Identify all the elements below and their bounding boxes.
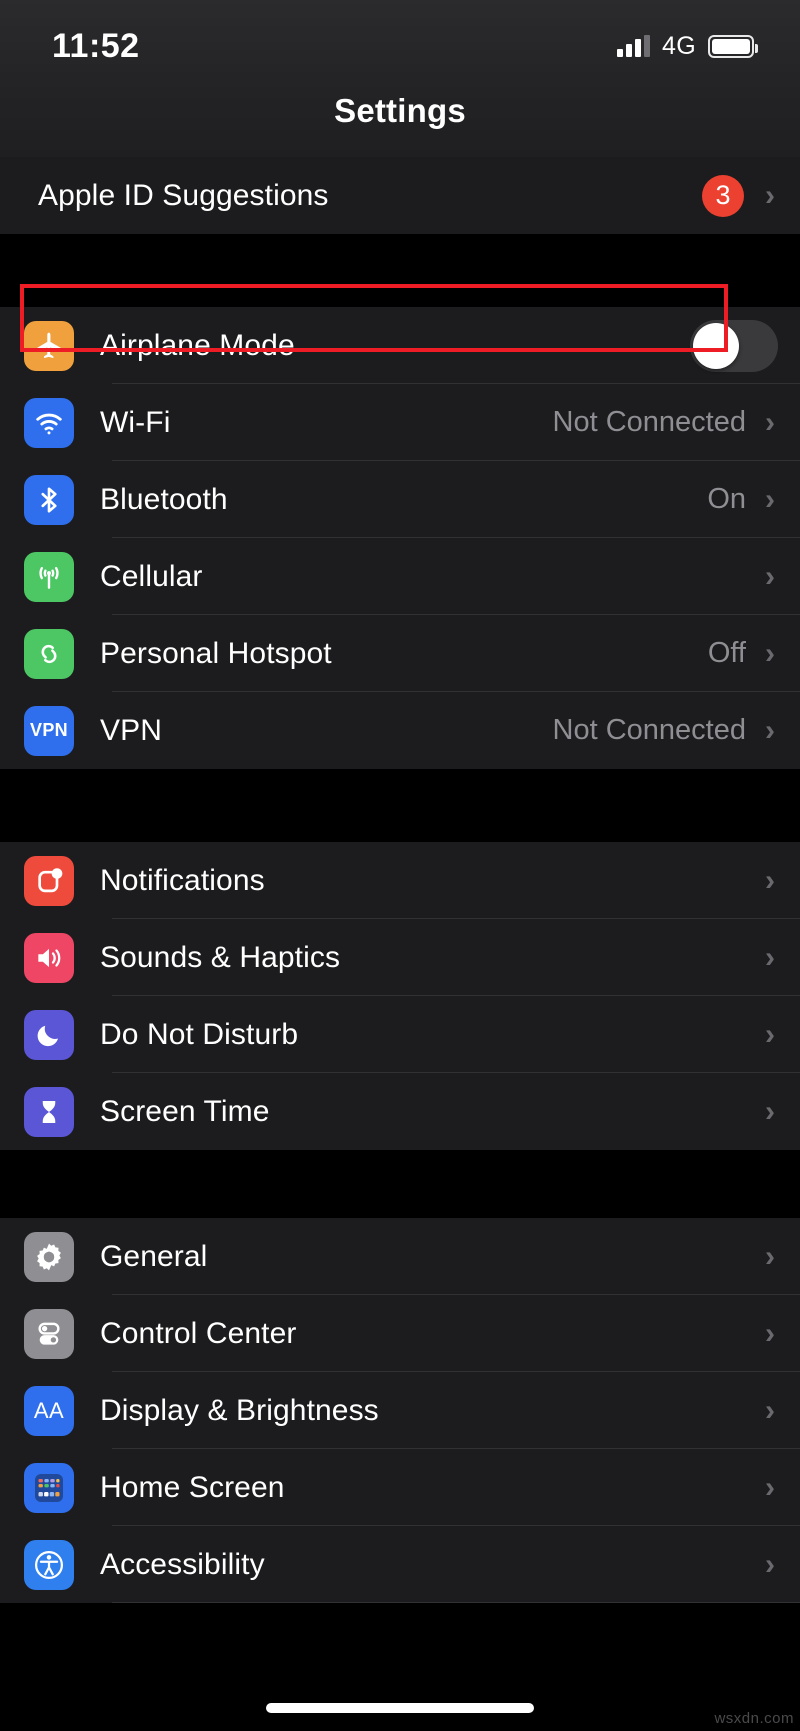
row-apple-id-suggestions[interactable]: Apple ID Suggestions 3 › <box>0 157 800 234</box>
row-sounds-haptics[interactable]: Sounds & Haptics › <box>0 919 800 996</box>
row-do-not-disturb[interactable]: Do Not Disturb › <box>0 996 800 1073</box>
row-label: Airplane Mode <box>100 328 295 362</box>
chevron-right-icon: › <box>765 1094 775 1128</box>
chevron-right-icon: › <box>765 559 775 593</box>
status-bar-indicators: 4G <box>617 31 758 61</box>
row-label: Wi-Fi <box>100 405 171 439</box>
row-label: Display & Brightness <box>100 1393 379 1427</box>
row-accessibility[interactable]: Accessibility › <box>0 1526 800 1603</box>
status-bar: 11:52 4G <box>0 0 800 92</box>
row-value: Not Connected <box>552 714 746 746</box>
section-gap <box>0 769 800 842</box>
row-display-brightness[interactable]: AA Display & Brightness › <box>0 1372 800 1449</box>
section-suggestions: Apple ID Suggestions 3 › <box>0 157 800 234</box>
row-label: Home Screen <box>100 1470 285 1504</box>
signal-bars-icon <box>617 35 651 57</box>
hourglass-icon <box>24 1086 74 1137</box>
row-notifications[interactable]: Notifications › <box>0 842 800 919</box>
row-value: Off <box>707 637 746 669</box>
row-vpn[interactable]: VPN VPN Not Connected › <box>0 692 800 769</box>
watermark: wsxdn.com <box>714 1710 794 1727</box>
airplane-icon <box>24 320 74 371</box>
chevron-right-icon: › <box>765 636 775 670</box>
chevron-right-icon: › <box>765 863 775 897</box>
airplane-mode-toggle[interactable] <box>690 319 778 372</box>
chevron-right-icon: › <box>765 405 775 439</box>
row-label: Accessibility <box>100 1547 265 1581</box>
iphone-settings-screen: 11:52 4G Settings Apple ID Suggestions 3… <box>0 0 800 1731</box>
cellular-antenna-icon <box>24 551 74 602</box>
row-label: Apple ID Suggestions <box>38 178 329 212</box>
row-airplane-mode[interactable]: Airplane Mode <box>0 307 800 384</box>
battery-icon <box>708 34 758 58</box>
row-label: Notifications <box>100 863 265 897</box>
row-label: VPN <box>100 713 162 747</box>
home-indicator <box>266 1703 534 1713</box>
row-general[interactable]: General › <box>0 1218 800 1295</box>
row-cellular[interactable]: Cellular › <box>0 538 800 615</box>
toggle-knob <box>693 322 739 369</box>
chevron-right-icon: › <box>765 1017 775 1051</box>
moon-icon <box>24 1009 74 1060</box>
wifi-icon <box>24 397 74 448</box>
section-gap <box>0 234 800 307</box>
row-value: On <box>707 483 746 515</box>
speaker-icon <box>24 932 74 983</box>
hotspot-link-icon <box>24 628 74 679</box>
chevron-right-icon: › <box>765 1470 775 1504</box>
section-system: General › Control Center › AA Display & … <box>0 1218 800 1603</box>
row-label: General <box>100 1239 208 1273</box>
chevron-right-icon: › <box>765 940 775 974</box>
display-icon-text: AA <box>33 1397 65 1423</box>
row-home-screen[interactable]: Home Screen › <box>0 1449 800 1526</box>
status-bar-clock: 11:52 <box>52 26 140 65</box>
row-label: Do Not Disturb <box>100 1017 299 1051</box>
notifications-icon <box>24 855 74 906</box>
row-label: Sounds & Haptics <box>100 940 341 974</box>
chevron-right-icon: › <box>765 713 775 747</box>
home-screen-icon <box>24 1462 74 1513</box>
chevron-right-icon: › <box>765 482 775 516</box>
chevron-right-icon: › <box>765 1547 775 1581</box>
network-type-label: 4G <box>662 31 696 60</box>
status-badge: 3 <box>702 174 744 217</box>
row-wifi[interactable]: Wi-Fi Not Connected › <box>0 384 800 461</box>
accessibility-icon <box>24 1539 74 1590</box>
row-control-center[interactable]: Control Center › <box>0 1295 800 1372</box>
section-gap <box>0 1150 800 1218</box>
row-label: Control Center <box>100 1316 297 1350</box>
control-center-icon <box>24 1308 74 1359</box>
chevron-right-icon: › <box>765 1239 775 1273</box>
separator <box>112 1602 800 1603</box>
row-label: Cellular <box>100 559 203 593</box>
row-bluetooth[interactable]: Bluetooth On › <box>0 461 800 538</box>
chevron-right-icon: › <box>765 1393 775 1427</box>
section-alerts: Notifications › Sounds & Haptics › Do No… <box>0 842 800 1150</box>
bluetooth-icon <box>24 474 74 525</box>
chevron-right-icon: › <box>765 1316 775 1350</box>
row-personal-hotspot[interactable]: Personal Hotspot Off › <box>0 615 800 692</box>
section-connectivity: Airplane Mode Wi-Fi Not Connected › Blue… <box>0 307 800 769</box>
vpn-icon-text: VPN <box>30 720 68 740</box>
gear-icon <box>24 1231 74 1282</box>
display-brightness-icon: AA <box>24 1385 74 1436</box>
row-label: Personal Hotspot <box>100 636 332 670</box>
vpn-icon: VPN <box>24 705 74 756</box>
chevron-right-icon: › <box>765 178 775 212</box>
navigation-bar: Settings <box>0 92 800 157</box>
row-screen-time[interactable]: Screen Time › <box>0 1073 800 1150</box>
row-label: Screen Time <box>100 1094 270 1128</box>
row-value: Not Connected <box>552 406 746 438</box>
page-title: Settings <box>334 92 466 129</box>
row-label: Bluetooth <box>100 482 228 516</box>
